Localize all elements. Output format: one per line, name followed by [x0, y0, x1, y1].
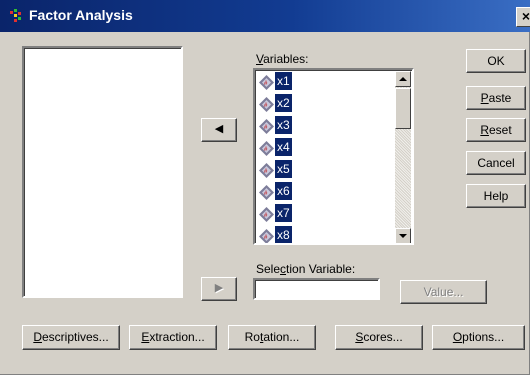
- variables-label: Variables:: [256, 52, 309, 66]
- extraction-button[interactable]: Extraction...: [129, 325, 217, 350]
- scale-variable-icon: #: [259, 97, 274, 112]
- ok-button[interactable]: OK: [466, 49, 526, 73]
- variables-scrollbar[interactable]: [395, 71, 411, 243]
- selection-variable-label: Selection Variable:: [256, 262, 356, 276]
- scale-variable-icon: #: [259, 141, 274, 156]
- value-button[interactable]: Value...: [400, 280, 487, 304]
- factor-analysis-dialog: Factor Analysis × ◀ ▶ Variables: # x1 # …: [0, 0, 530, 375]
- selection-variable-field[interactable]: [253, 278, 380, 300]
- scores-button[interactable]: Scores...: [335, 325, 423, 350]
- cancel-button[interactable]: Cancel: [466, 151, 526, 175]
- window-title: Factor Analysis: [29, 7, 133, 23]
- move-to-variables-button[interactable]: ◀: [201, 118, 237, 142]
- scroll-down-button[interactable]: [395, 228, 411, 243]
- variables-list[interactable]: # x1 # x2 # x3 # x4 # x5 # x6 # x7 # x8: [253, 68, 414, 245]
- scale-variable-icon: #: [259, 185, 274, 200]
- title-bar[interactable]: Factor Analysis ×: [0, 0, 530, 32]
- reset-button[interactable]: Reset: [466, 118, 526, 142]
- scale-variable-icon: #: [259, 119, 274, 134]
- down-arrow-icon: [399, 234, 407, 238]
- help-button[interactable]: Help: [466, 184, 526, 208]
- spss-app-icon: [10, 9, 21, 22]
- close-button[interactable]: ×: [516, 7, 530, 27]
- scale-variable-icon: #: [259, 229, 274, 243]
- up-arrow-icon: [399, 77, 407, 81]
- rotation-button[interactable]: Rotation...: [228, 325, 316, 350]
- right-arrow-icon: ▶: [214, 282, 224, 294]
- scale-variable-icon: #: [259, 75, 274, 90]
- left-arrow-icon: ◀: [214, 123, 224, 135]
- descriptives-button[interactable]: Descriptives...: [22, 325, 120, 350]
- move-to-selection-button[interactable]: ▶: [201, 277, 237, 301]
- paste-button[interactable]: Paste: [466, 86, 526, 110]
- source-variable-list[interactable]: [22, 46, 183, 298]
- scroll-up-button[interactable]: [395, 71, 411, 87]
- scale-variable-icon: #: [259, 207, 274, 222]
- scroll-thumb[interactable]: [395, 88, 411, 129]
- scale-variable-icon: #: [259, 163, 274, 178]
- options-button[interactable]: Options...: [432, 325, 525, 350]
